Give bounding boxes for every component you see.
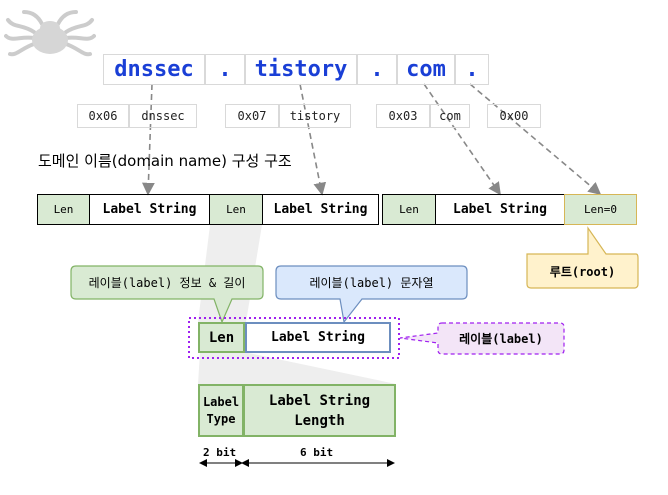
label-type-field: Label Type xyxy=(198,384,244,437)
label-string-callout: 레이블(label) 문자열 xyxy=(309,276,434,290)
label-length-field: Label String Length xyxy=(243,384,396,437)
label-detail-len: Len xyxy=(198,322,245,353)
label-detail-string: Label String xyxy=(245,322,391,353)
type-bits-label: 2 bit xyxy=(203,446,237,459)
label-callout: 레이블(label) xyxy=(459,332,543,346)
root-callout-label: 루트(root) xyxy=(549,264,616,279)
length-bits-label: 6 bit xyxy=(300,446,334,459)
label-info-callout: 레이블(label) 정보 & 길이 xyxy=(88,276,246,290)
